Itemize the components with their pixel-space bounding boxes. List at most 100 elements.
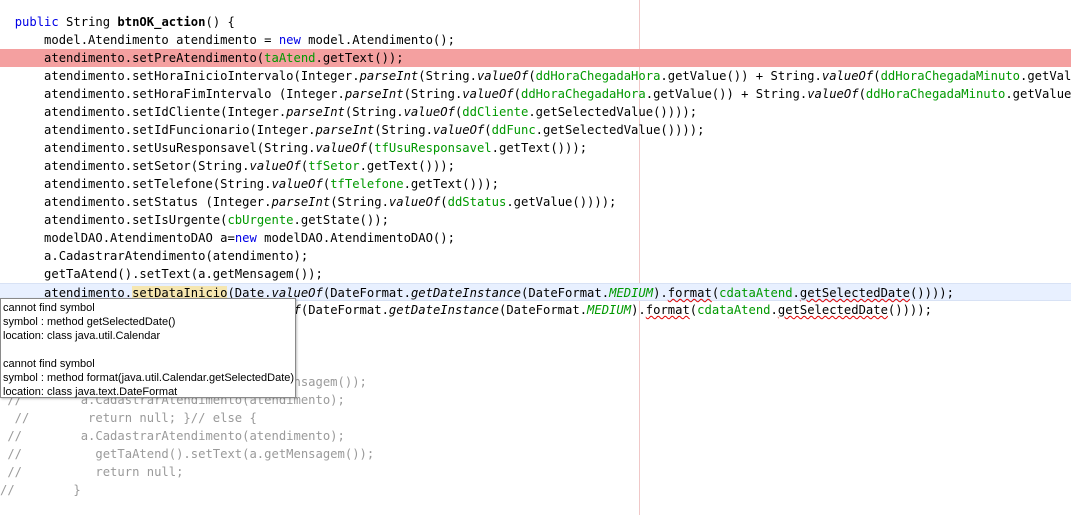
code-line[interactable]: // getTaAtend().setText(a.getMensagem())… (0, 445, 1071, 463)
code-text: ). (653, 286, 668, 300)
tooltip-line: cannot find symbol (3, 302, 95, 314)
code-static-call: valueOf (476, 69, 529, 83)
code-text: atendimento.setIdFuncionario(Integer. (0, 123, 316, 137)
code-line[interactable]: model.Atendimento atendimento = new mode… (0, 31, 1071, 49)
code-line[interactable]: // } (0, 481, 1071, 499)
code-field-ref: ddCliente (462, 105, 529, 119)
code-line[interactable]: public String btnOK_action() { (0, 13, 1071, 31)
code-line[interactable]: atendimento.setIsUrgente(cbUrgente.getSt… (0, 211, 1071, 229)
tooltip-line: symbol : method getSelectedDate() (3, 316, 176, 328)
code-text: atendimento.setIdCliente(Integer. (0, 105, 287, 119)
code-text: (String. (330, 195, 389, 209)
code-text: modelDAO.AtendimentoDAO a= (0, 231, 235, 245)
code-constant: MEDIUM (587, 303, 632, 317)
code-field-ref: ddHoraChegadaHora (521, 87, 646, 101)
code-static-call: getDateInstance (388, 303, 499, 317)
code-text: // getTaAtend().setText(a.getMensagem())… (0, 447, 375, 461)
code-line[interactable]: atendimento.setIdCliente(Integer.parseIn… (0, 103, 1071, 121)
code-static-call: valueOf (315, 141, 367, 155)
code-line[interactable]: getTaAtend().setText(a.getMensagem()); (0, 265, 1071, 283)
code-text: ()))); (887, 303, 932, 317)
code-static-call: valueOf (403, 105, 455, 119)
code-line[interactable]: // a.CadastrarAtendimento(atendimento); (0, 427, 1071, 445)
code-text: ( (484, 123, 492, 137)
tooltip-line: cannot find symbol (3, 358, 95, 370)
code-text: .getText())); (359, 159, 455, 173)
code-text: (DateFormat. (498, 303, 588, 317)
code-static-call: valueOf (249, 159, 301, 173)
code-text: (String. (418, 69, 477, 83)
code-method-name: btnOK_action (117, 15, 206, 29)
code-text: ()))); (909, 286, 954, 300)
code-static-call: valueOf (271, 177, 323, 191)
code-field-ref: ddHoraChegadaMinuto (880, 69, 1020, 83)
code-line[interactable]: // return null; (0, 463, 1071, 481)
code-field-ref: ddHoraChegadaMinuto (865, 87, 1006, 101)
code-field-ref: tfUsuResponsavel (374, 141, 492, 155)
code-line[interactable]: atendimento.setSetor(String.valueOf(tfSe… (0, 157, 1071, 175)
code-text: getTaAtend().setText(a.getMensagem()); (0, 267, 323, 281)
code-line[interactable]: atendimento.setHoraInicioIntervalo(Integ… (0, 67, 1071, 85)
code-text: (String. (374, 123, 433, 137)
code-text: atendimento.setHoraFimIntervalo (Integer… (0, 87, 345, 101)
code-text: .getSelectedValue()))); (528, 105, 698, 119)
code-error-token: format (645, 303, 690, 317)
code-text: .getValue()))); (506, 195, 617, 209)
error-tooltip: cannot find symbol symbol : method getSel… (0, 298, 296, 398)
code-field-ref: cbUrgente (227, 213, 294, 227)
code-error-token: getSelectedDate (799, 286, 910, 300)
code-error-token: getSelectedDate (777, 303, 888, 317)
code-field-ref: ddStatus (447, 195, 507, 209)
code-keyword: new (278, 33, 301, 47)
code-line[interactable]: atendimento.setUsuResponsavel(String.val… (0, 139, 1071, 157)
code-static-call: valueOf (821, 69, 874, 83)
code-line[interactable]: // return null; }// else { (0, 409, 1071, 427)
code-text: .getText())); (491, 141, 588, 155)
code-text: .getValue()) + String. (660, 69, 822, 83)
code-text: .getValue()))); (1005, 87, 1071, 101)
code-field-ref: tfSetor (308, 159, 360, 173)
code-line[interactable]: atendimento.setIdFuncionario(Integer.par… (0, 121, 1071, 139)
code-text: .getSelectedValue()))); (535, 123, 705, 137)
code-text: atendimento.setSetor(String. (0, 159, 250, 173)
code-line[interactable]: atendimento.setHoraFimIntervalo (Integer… (0, 85, 1071, 103)
code-text: // } (0, 483, 81, 497)
code-field-ref: cdataAtend (697, 303, 771, 317)
code-static-call: parseInt (359, 69, 419, 83)
code-line[interactable]: atendimento.setStatus (Integer.parseInt(… (0, 193, 1071, 211)
code-line[interactable]: atendimento.setPreAtendimento(taAtend.ge… (0, 49, 1071, 67)
code-text: (DateFormat. (300, 303, 389, 317)
code-text: . (792, 286, 800, 300)
code-editor[interactable]: public String btnOK_action() { model.Ate… (0, 0, 1071, 515)
code-text: atendimento.setHoraInicioIntervalo(Integ… (0, 69, 360, 83)
code-line[interactable]: modelDAO.AtendimentoDAO a=new modelDAO.A… (0, 229, 1071, 247)
code-text: .getText()); (315, 51, 404, 65)
code-static-call: valueOf (807, 87, 859, 101)
code-field-ref: tfTelefone (330, 177, 404, 191)
code-text: ( (858, 87, 866, 101)
code-text: model.Atendimento atendimento = (0, 33, 279, 47)
code-text: a.CadastrarAtendimento(atendimento); (0, 249, 309, 263)
code-static-call: parseInt (271, 195, 331, 209)
code-keyword: new (234, 231, 257, 245)
code-static-call: parseInt (315, 123, 375, 137)
code-text: atendimento.setTelefone(String. (0, 177, 272, 191)
code-static-call: valueOf (432, 123, 485, 137)
tooltip-line: location: class java.util.Calendar (3, 330, 161, 342)
code-constant: MEDIUM (609, 286, 654, 300)
code-text: atendimento.setUsuResponsavel(String. (0, 141, 316, 155)
code-text: atendimento.setIsUrgente( (0, 213, 228, 227)
code-field-ref: ddFunc (491, 123, 536, 137)
code-text: String (58, 15, 118, 29)
tooltip-line (3, 343, 293, 357)
code-line[interactable]: a.CadastrarAtendimento(atendimento); (0, 247, 1071, 265)
code-text: ). (631, 303, 646, 317)
code-line[interactable]: atendimento.setTelefone(String.valueOf(t… (0, 175, 1071, 193)
code-field-ref: cdataAtend (719, 286, 793, 300)
code-text: ( (440, 195, 448, 209)
code-text: .getValue()) + String. (645, 87, 808, 101)
code-static-call: valueOf (388, 195, 441, 209)
code-text: (DateFormat. (521, 286, 610, 300)
code-static-call: valueOf (462, 87, 514, 101)
